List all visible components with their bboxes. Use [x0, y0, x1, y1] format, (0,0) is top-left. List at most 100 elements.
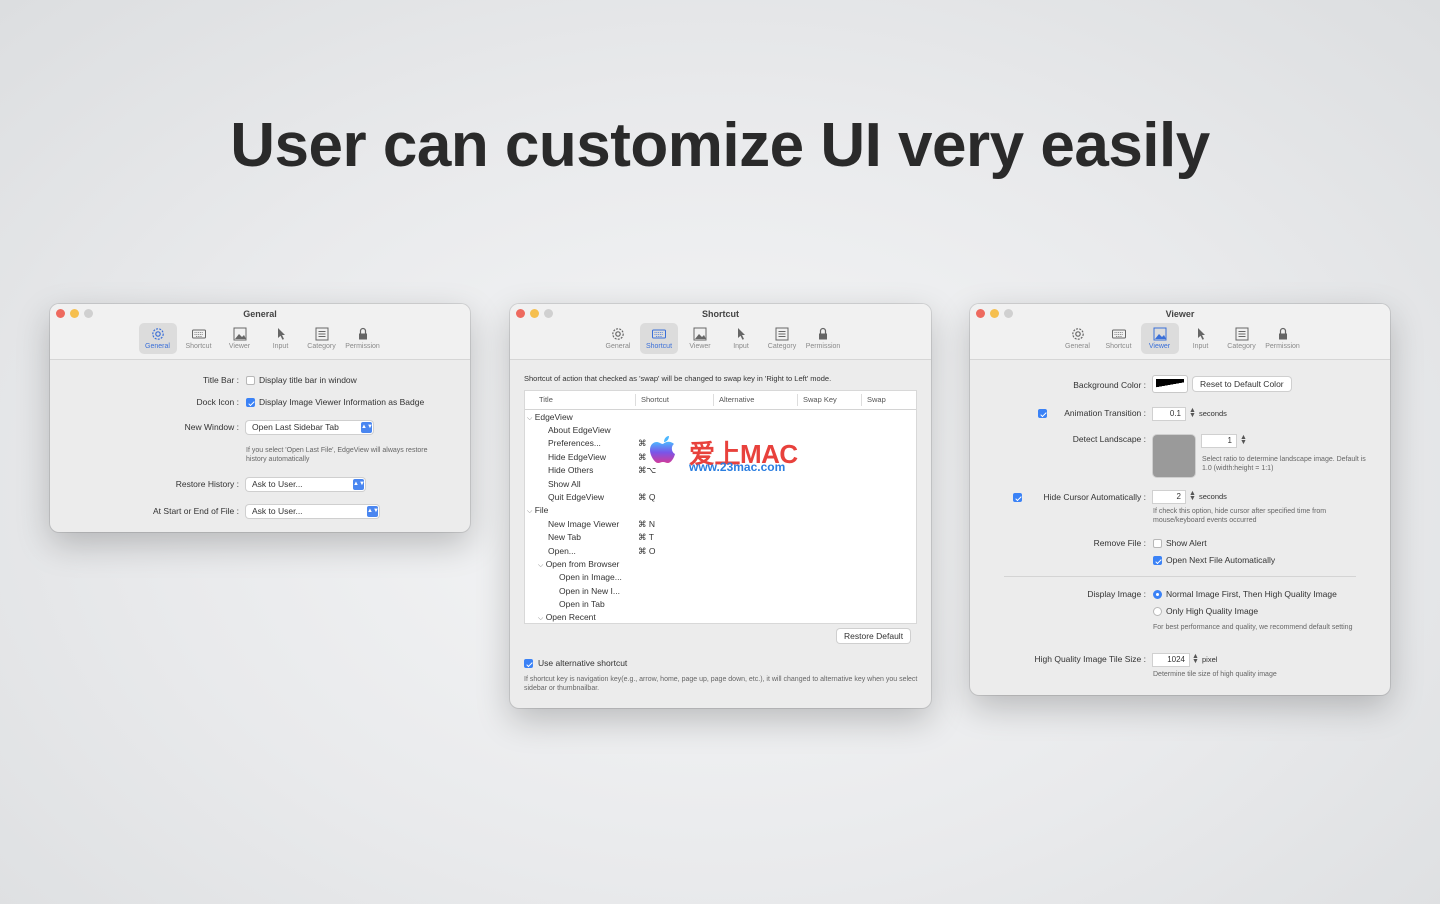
tab-shortcut[interactable]: Shortcut	[1100, 323, 1138, 354]
list-icon	[315, 327, 328, 341]
preferences-toolbar: General Shortcut Viewer Input Category P…	[50, 323, 470, 354]
tab-category[interactable]: Category	[1223, 323, 1261, 354]
disclosure-chevron-icon[interactable]: ⌵	[527, 415, 532, 422]
animation-field[interactable]: 0.1	[1153, 408, 1185, 420]
tab-permission[interactable]: Permission	[804, 323, 842, 354]
chevron-updown-icon: ▲▼	[361, 422, 373, 433]
tab-category[interactable]: Category	[763, 323, 801, 354]
tab-general[interactable]: General	[1059, 323, 1097, 354]
tab-label: Viewer	[689, 343, 711, 350]
tab-input[interactable]: Input	[722, 323, 760, 354]
row-shortcut: ⌘ O	[638, 546, 656, 556]
use-alternative-checkbox[interactable]	[524, 659, 533, 668]
dock-icon-checkbox[interactable]	[246, 398, 255, 407]
column-separator	[713, 394, 714, 406]
display-image-note: For best performance and quality, we rec…	[1153, 624, 1353, 631]
use-alternative-label: Use alternative shortcut	[538, 658, 628, 668]
open-next-checkbox[interactable]	[1153, 556, 1162, 565]
stepper-icon[interactable]: ▲ ▼	[1189, 407, 1196, 419]
general-window: General General Shortcut Viewer Input Ca…	[50, 304, 470, 532]
header-divider	[525, 409, 916, 410]
show-alert-checkbox[interactable]	[1153, 539, 1162, 548]
column-header[interactable]: Swap Key	[803, 395, 837, 404]
table-row[interactable]: About EdgeView	[548, 425, 611, 435]
tab-general[interactable]: General	[138, 323, 177, 354]
table-row[interactable]: Preferences...	[548, 438, 601, 448]
table-row[interactable]: Open in Tab	[559, 599, 605, 609]
row-title: Show All	[548, 479, 581, 489]
title-bar-checkbox[interactable]	[246, 376, 255, 385]
pointer-icon	[738, 328, 745, 340]
tab-general[interactable]: General	[599, 323, 637, 354]
stepper-icon[interactable]: ▲ ▼	[1192, 653, 1199, 665]
hide-cursor-note: If check this option, hide cursor after …	[1153, 508, 1327, 524]
stepper-icon[interactable]: ▲ ▼	[1189, 490, 1196, 502]
table-row[interactable]: New Tab	[548, 532, 581, 542]
table-row[interactable]: Hide EdgeView	[548, 452, 606, 462]
list-icon	[1235, 327, 1248, 341]
row-title: Hide EdgeView	[548, 452, 606, 462]
disclosure-chevron-icon[interactable]: ⌵	[538, 615, 543, 622]
table-row[interactable]: Open in New I...	[559, 586, 620, 596]
tab-permission[interactable]: Permission	[1264, 323, 1302, 354]
row-title: Open...	[548, 546, 576, 556]
start-end-popup[interactable]: Ask to User... ▲▼	[246, 505, 379, 518]
disclosure-chevron-icon[interactable]: ⌵	[527, 508, 532, 515]
keyboard-icon	[652, 329, 666, 339]
tile-size-unit: pixel	[1202, 655, 1218, 664]
image-icon	[1153, 327, 1166, 341]
remove-file-label: Remove File :	[1093, 538, 1146, 548]
tab-label: General	[145, 343, 170, 350]
only-high-radio[interactable]	[1153, 607, 1162, 616]
apple-logo-icon	[650, 436, 675, 463]
normal-first-radio[interactable]	[1153, 590, 1162, 599]
column-header[interactable]: Alternative	[719, 395, 754, 404]
tab-permission[interactable]: Permission	[344, 323, 382, 354]
table-row[interactable]: ⌵ EdgeView	[527, 412, 573, 423]
tab-label: Viewer	[228, 343, 251, 350]
disclosure-chevron-icon[interactable]: ⌵	[538, 562, 543, 569]
popup-value: Ask to User...	[252, 479, 303, 489]
column-header[interactable]: Shortcut	[641, 395, 669, 404]
new-window-popup[interactable]: Open Last Sidebar Tab ▲▼	[246, 421, 373, 434]
stepper-icon[interactable]: ▲ ▼	[1240, 434, 1247, 446]
table-row[interactable]: Open...	[548, 546, 576, 556]
restore-history-popup[interactable]: Ask to User... ▲▼	[246, 478, 365, 491]
row-title: Quit EdgeView	[548, 492, 605, 502]
tile-size-note: Determine tile size of high quality imag…	[1153, 671, 1277, 678]
landscape-ratio-field[interactable]: 1	[1202, 435, 1236, 447]
list-icon	[775, 327, 789, 341]
tab-viewer[interactable]: Viewer	[1140, 323, 1179, 354]
tab-category[interactable]: Category	[303, 323, 341, 354]
animation-unit: seconds	[1199, 409, 1227, 418]
background-color-well[interactable]	[1153, 376, 1187, 392]
table-row[interactable]: Open in Image...	[559, 572, 622, 582]
tab-viewer[interactable]: Viewer	[221, 323, 259, 354]
table-row[interactable]: ⌵ Open Recent	[538, 612, 596, 623]
tab-input[interactable]: Input	[1182, 323, 1220, 354]
restore-default-button[interactable]: Restore Default	[837, 629, 911, 643]
page-headline: User can customize UI very easily	[230, 111, 1210, 180]
table-row[interactable]: Show All	[548, 479, 581, 489]
table-row[interactable]: ⌵ Open from Browser	[538, 559, 619, 570]
preferences-toolbar: General Shortcut Viewer Input Category P…	[510, 323, 931, 354]
tab-label: General	[605, 343, 631, 350]
tab-shortcut[interactable]: Shortcut	[180, 323, 218, 354]
tab-viewer[interactable]: Viewer	[681, 323, 719, 354]
tab-label: Input	[733, 343, 749, 350]
table-row[interactable]: Hide Others	[548, 465, 593, 475]
table-row[interactable]: Quit EdgeView	[548, 492, 604, 502]
tab-input[interactable]: Input	[262, 323, 300, 354]
table-row[interactable]: New Image Viewer	[548, 519, 619, 529]
reset-color-button[interactable]: Reset to Default Color	[1193, 377, 1291, 391]
column-header[interactable]: Swap	[867, 395, 886, 404]
tile-size-field[interactable]: 1024	[1153, 654, 1189, 666]
table-row[interactable]: ⌵ File	[527, 505, 548, 516]
shortcut-window: Shortcut General Shortcut Viewer Input C…	[510, 304, 931, 708]
tab-label: Shortcut	[185, 343, 212, 350]
tab-label: Permission	[345, 343, 380, 350]
tab-shortcut[interactable]: Shortcut	[640, 323, 678, 354]
column-header[interactable]: Title	[539, 395, 553, 404]
hide-cursor-field[interactable]: 2	[1153, 491, 1185, 503]
lock-icon	[1278, 327, 1287, 340]
